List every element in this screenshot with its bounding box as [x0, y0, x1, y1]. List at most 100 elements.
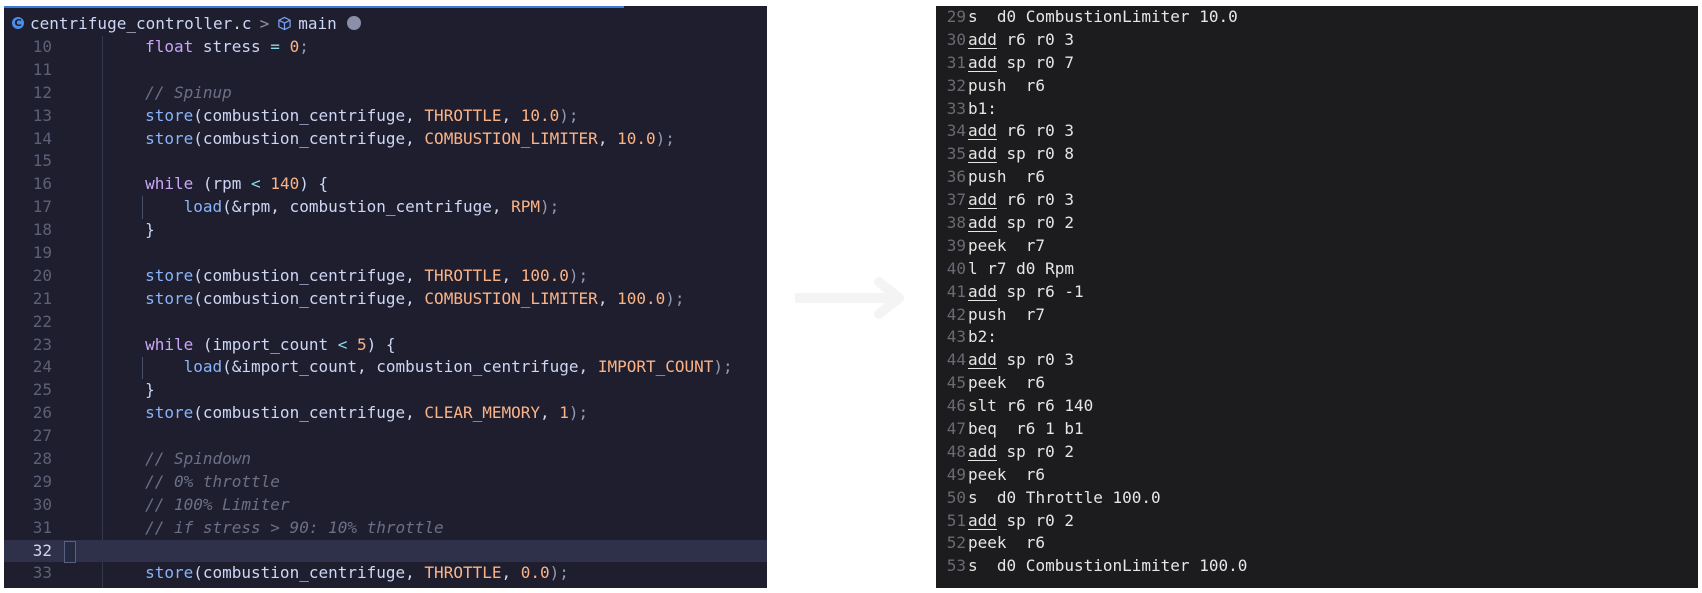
cube-icon — [278, 16, 291, 30]
asm-instruction: push r7 — [968, 304, 1045, 327]
code-line[interactable]: 24 load(&import_count, combustion_centri… — [4, 356, 767, 379]
line-text: store(combustion_centrifuge, THROTTLE, 1… — [68, 105, 578, 128]
asm-opcode: add — [968, 441, 997, 461]
code-line[interactable]: 14 store(combustion_centrifuge, COMBUSTI… — [4, 128, 767, 151]
asm-line: 40 l r7 d0 Rpm — [936, 258, 1698, 281]
code-line[interactable]: 25 } — [4, 379, 767, 402]
asm-line-number: 41 — [946, 281, 966, 301]
asm-operands: r6 — [1006, 373, 1046, 393]
line-text: load(&import_count, combustion_centrifug… — [68, 356, 733, 379]
code-token: float — [145, 37, 194, 56]
asm-operands: r6 r0 3 — [996, 29, 1074, 49]
asm-opcode: push — [968, 167, 1007, 187]
code-line[interactable]: 31 // if stress > 90: 10% throttle — [4, 517, 767, 540]
asm-line-number: 46 — [946, 396, 966, 416]
code-line[interactable]: 29 // 0% throttle — [4, 471, 767, 494]
code-line[interactable]: 26 store(combustion_centrifuge, CLEAR_ME… — [4, 402, 767, 425]
line-text: store(combustion_centrifuge, CLEAR_MEMOR… — [68, 402, 588, 425]
asm-line-number: 44 — [946, 350, 966, 370]
asm-line-number: 30 — [946, 29, 966, 49]
asm-line-number: 29 — [946, 7, 966, 26]
assembly-output-panel[interactable]: 29 s d0 CombustionLimiter 10.0 30 add r6 r0… — [936, 6, 1698, 588]
asm-opcode: add — [968, 213, 997, 233]
code-line[interactable]: 23 while (import_count < 5) { — [4, 334, 767, 357]
line-text: float stress = 0; — [68, 36, 309, 59]
asm-line: 49 peek r6 — [936, 464, 1698, 487]
asm-line: 33 b1: — [936, 98, 1698, 121]
code-token: store — [145, 128, 194, 148]
code-line[interactable]: 10 float stress = 0; — [4, 36, 767, 59]
code-token: 140 — [270, 174, 300, 194]
asm-line: 42 push r7 — [936, 304, 1698, 327]
line-text: // 0% throttle — [68, 471, 280, 494]
asm-opcode: push — [968, 304, 1007, 324]
code-line[interactable]: 32 — [4, 539, 767, 563]
asm-instruction: add r6 r0 3 — [968, 189, 1074, 212]
asm-opcode: add — [968, 190, 997, 210]
code-token: stress — [193, 37, 271, 56]
code-token: ); — [540, 197, 560, 217]
asm-opcode: add — [968, 29, 997, 49]
asm-line-number: 39 — [946, 235, 966, 255]
breadcrumb: C centrifuge_controller.c > main — [4, 10, 767, 36]
code-line[interactable]: 22 — [4, 311, 767, 334]
code-line[interactable]: 12 // Spinup — [4, 82, 767, 105]
asm-operands: r6 r6 140 — [996, 396, 1094, 416]
code-line[interactable]: 27 — [4, 425, 767, 448]
status-dot-icon — [346, 16, 361, 30]
asm-opcode: beq — [968, 419, 997, 439]
code-line[interactable]: 30 // 100% Limiter — [4, 494, 767, 517]
asm-instruction: peek r7 — [968, 235, 1045, 258]
asm-instruction: peek r6 — [968, 532, 1045, 555]
code-line[interactable]: 15 — [4, 150, 767, 173]
code-line[interactable]: 33 store(combustion_centrifuge, THROTTLE… — [4, 562, 767, 585]
asm-operands: r6 — [1006, 464, 1046, 484]
asm-line: 31 add sp r0 7 — [936, 52, 1698, 75]
code-token: (combustion_centrifuge, — [193, 403, 425, 423]
source-editor-panel[interactable]: C centrifuge_controller.c > main 10 floa… — [4, 6, 767, 588]
line-number: 16 — [32, 174, 52, 194]
code-line[interactable]: 20 store(combustion_centrifuge, THROTTLE… — [4, 265, 767, 288]
line-number: 10 — [32, 37, 52, 56]
code-line[interactable]: 18 } — [4, 219, 767, 242]
code-token: 10.0 — [520, 105, 560, 125]
tab-progress-bar — [4, 6, 624, 8]
code-line[interactable]: 13 store(combustion_centrifuge, THROTTLE… — [4, 105, 767, 128]
asm-line: 46 slt r6 r6 140 — [936, 395, 1698, 418]
code-token: // Spinup — [145, 82, 232, 102]
code-line[interactable]: 11 — [4, 59, 767, 82]
asm-instruction: peek r6 — [968, 372, 1045, 395]
code-token: 10.0 — [617, 128, 656, 148]
asm-line-number: 42 — [946, 304, 966, 324]
asm-line: 29 s d0 CombustionLimiter 10.0 — [936, 6, 1698, 29]
code-token: < — [251, 174, 261, 194]
asm-opcode: s — [968, 556, 978, 576]
code-line[interactable]: 17 load(&rpm, combustion_centrifuge, RPM… — [4, 196, 767, 219]
code-line[interactable]: 21 store(combustion_centrifuge, COMBUSTI… — [4, 288, 767, 311]
asm-line: 36 push r6 — [936, 166, 1698, 189]
breadcrumb-symbol[interactable]: main — [298, 14, 337, 33]
asm-instruction: peek r6 — [968, 464, 1045, 487]
code-token: , — [501, 105, 521, 125]
code-token: 100.0 — [520, 265, 569, 285]
asm-instruction: b1: — [968, 98, 997, 121]
code-token: , — [597, 128, 618, 148]
asm-line-number: 35 — [946, 144, 966, 164]
line-text: while (rpm < 140) { — [68, 173, 328, 196]
code-token: 100.0 — [617, 288, 666, 308]
code-line[interactable]: 16 while (rpm < 140) { — [4, 173, 767, 196]
asm-instruction: push r6 — [968, 75, 1045, 98]
block-indent-guide — [142, 196, 143, 220]
asm-line-number: 49 — [946, 464, 966, 484]
code-lines[interactable]: 10 float stress = 0; 11 12 // Spinup 13 sto… — [4, 36, 767, 585]
breadcrumb-file[interactable]: centrifuge_controller.c — [30, 14, 252, 33]
code-line[interactable]: 28 // Spindown — [4, 448, 767, 471]
asm-operands: sp r0 2 — [996, 213, 1074, 233]
code-line[interactable]: 19 — [4, 242, 767, 265]
asm-opcode: add — [968, 52, 997, 72]
asm-opcode: add — [968, 510, 997, 530]
